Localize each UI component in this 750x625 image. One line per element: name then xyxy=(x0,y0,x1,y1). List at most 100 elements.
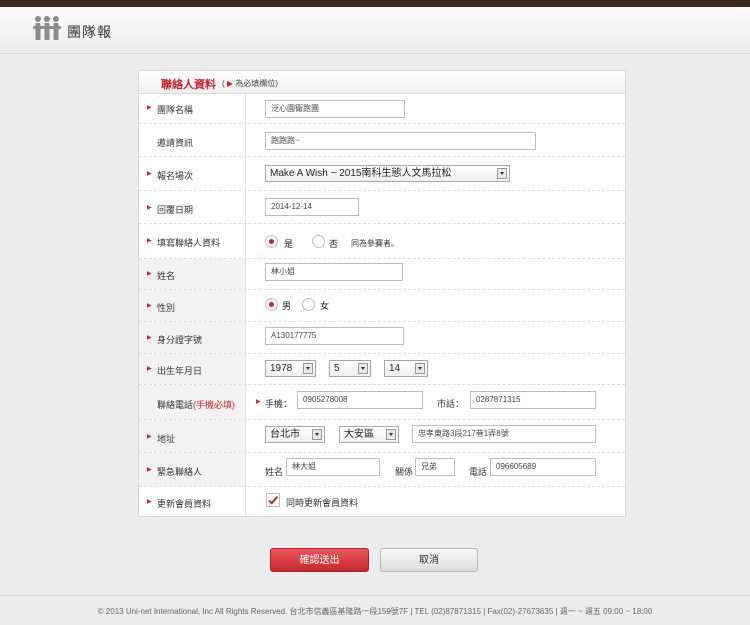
check-icon xyxy=(268,495,279,505)
gender-female-label: 女 xyxy=(320,301,330,311)
event-label: 報名場次 xyxy=(157,171,194,181)
label-cell: ▶ 更新會員資料 xyxy=(139,487,246,516)
birthday-label: 出生年月日 xyxy=(157,366,203,376)
event-select[interactable]: Make A Wish ~ 2015南科生態人文馬拉松 xyxy=(265,165,510,182)
update-member-label: 更新會員資料 xyxy=(157,499,212,509)
row-id-number: ▶ 身分證字號 A130177775 xyxy=(139,322,625,354)
row-name: ▶ 姓名 林小姐 xyxy=(139,259,625,290)
label-cell: 邀請資訊 xyxy=(139,124,246,156)
street-input[interactable]: 忠孝東路3段217巷1弄8號 xyxy=(412,425,596,443)
chevron-down-icon xyxy=(303,363,313,374)
required-arrow-icon: ▶ xyxy=(147,171,152,177)
team-name-label: 團隊名稱 xyxy=(157,105,194,115)
team-logo-icon[interactable] xyxy=(32,14,62,46)
team-name-input[interactable]: 泛心園衛跑團 xyxy=(265,100,405,118)
emergency-name-label: 姓名 xyxy=(265,467,284,477)
row-reply-date: ▶ 回覆日期 2014-12-14 xyxy=(139,191,625,224)
header-title: 團隊報 xyxy=(67,24,112,40)
gender-male-label: 男 xyxy=(282,301,292,311)
fill-contact-yes-label: 是 xyxy=(284,239,294,249)
required-arrow-icon: ▶ xyxy=(147,499,152,505)
name-label: 姓名 xyxy=(157,271,176,281)
label-cell: 聯絡電話(手機必填) xyxy=(139,385,246,419)
required-arrow-icon: ▶ xyxy=(147,205,152,211)
footer-text: © 2013 Uni-net International, Inc All Ri… xyxy=(97,607,653,616)
city-select[interactable]: 台北市 xyxy=(265,426,325,443)
row-gender: ▶ 性別 男 女 xyxy=(139,290,625,322)
row-emergency: ▶ 緊急聯絡人 姓名 林大姐 關係 兄弟 電話 096605689 xyxy=(139,453,625,487)
section-title: 聯絡人資料 xyxy=(161,79,216,91)
top-bar xyxy=(0,0,750,7)
address-label: 地址 xyxy=(157,434,176,444)
label-cell: ▶ 出生年月日 xyxy=(139,354,246,384)
fill-contact-label: 填寫聯絡人資料 xyxy=(157,238,221,248)
row-phone: 聯絡電話(手機必填) ▶ 手機： 0905278008 市話： 02878713… xyxy=(139,385,625,420)
label-cell: ▶ 姓名 xyxy=(139,259,246,289)
reply-date-label: 回覆日期 xyxy=(157,205,194,215)
cancel-button[interactable]: 取消 xyxy=(380,548,478,572)
required-arrow-icon: ▶ xyxy=(147,271,152,277)
chevron-down-icon xyxy=(312,429,322,440)
invite-info-input[interactable]: 跑跑跑~ xyxy=(265,132,536,150)
required-arrow-icon: ▶ xyxy=(147,366,152,372)
tel-label: 市話： xyxy=(437,399,465,409)
birth-month-value: 5 xyxy=(334,363,340,374)
row-address: ▶ 地址 台北市 大安區 忠孝東路3段217巷1弄8號 xyxy=(139,420,625,453)
birth-day-select[interactable]: 14 xyxy=(384,360,428,377)
required-arrow-icon: ▶ xyxy=(256,399,261,405)
update-member-checkbox[interactable] xyxy=(266,493,280,507)
required-arrow-icon: ▶ xyxy=(147,105,152,111)
update-member-check-label: 同時更新會員資料 xyxy=(286,498,359,508)
birth-year-select[interactable]: 1978 xyxy=(265,360,316,377)
event-select-value: Make A Wish ~ 2015南科生態人文馬拉松 xyxy=(270,168,452,179)
label-cell: ▶ 身分證字號 xyxy=(139,322,246,353)
reply-date-input[interactable]: 2014-12-14 xyxy=(265,198,359,216)
phone-label: 聯絡電話(手機必填) xyxy=(157,400,236,410)
fill-contact-note: 同為參賽者。 xyxy=(351,239,399,248)
emergency-name-input[interactable]: 林大姐 xyxy=(286,458,380,476)
header: 團隊報 xyxy=(0,7,750,54)
required-arrow-icon: ▶ xyxy=(226,79,234,88)
gender-male-radio[interactable] xyxy=(265,298,278,311)
fill-contact-no-label: 否 xyxy=(329,239,339,249)
id-number-label: 身分證字號 xyxy=(157,335,203,345)
row-team-name: ▶ 團隊名稱 泛心園衛跑團 xyxy=(139,94,625,124)
label-cell: ▶ 回覆日期 xyxy=(139,191,246,223)
required-arrow-icon: ▶ xyxy=(147,303,152,309)
birth-month-select[interactable]: 5 xyxy=(329,360,371,377)
chevron-down-icon xyxy=(386,429,396,440)
submit-button[interactable]: 確認送出 xyxy=(270,548,369,572)
emergency-label: 緊急聯絡人 xyxy=(157,467,203,477)
panel-header: 聯絡人資料 ( ▶ 為必填欄位) xyxy=(139,71,625,94)
gender-female-radio[interactable] xyxy=(302,298,315,311)
mobile-input[interactable]: 0905278008 xyxy=(297,391,423,409)
district-select[interactable]: 大安區 xyxy=(339,426,399,443)
district-value: 大安區 xyxy=(344,429,374,440)
name-input[interactable]: 林小姐 xyxy=(265,263,403,281)
city-value: 台北市 xyxy=(270,429,300,440)
birth-day-value: 14 xyxy=(389,363,401,374)
tel-input[interactable]: 0287871315 xyxy=(470,391,596,409)
label-cell: ▶ 報名場次 xyxy=(139,157,246,190)
row-birthday: ▶ 出生年月日 1978 5 14 xyxy=(139,354,625,385)
row-update-member: ▶ 更新會員資料 同時更新會員資料 xyxy=(139,487,625,516)
footer-divider xyxy=(0,595,750,596)
chevron-down-icon xyxy=(415,363,425,374)
row-event: ▶ 報名場次 Make A Wish ~ 2015南科生態人文馬拉松 xyxy=(139,157,625,191)
emergency-relation-label: 關係 xyxy=(395,467,414,477)
chevron-down-icon xyxy=(358,363,368,374)
gender-label: 性別 xyxy=(157,303,176,313)
mobile-label: 手機： xyxy=(265,399,293,409)
emergency-relation-input[interactable]: 兄弟 xyxy=(415,458,455,476)
fill-contact-no-radio[interactable] xyxy=(312,235,325,248)
label-cell: ▶ 性別 xyxy=(139,290,246,321)
birth-year-value: 1978 xyxy=(270,363,293,374)
required-arrow-icon: ▶ xyxy=(147,335,152,341)
label-cell: ▶ 地址 xyxy=(139,420,246,452)
id-number-input[interactable]: A130177775 xyxy=(265,327,404,345)
fill-contact-yes-radio[interactable] xyxy=(265,235,278,248)
emergency-phone-input[interactable]: 096605689 xyxy=(490,458,596,476)
row-invite-info: 邀請資訊 跑跑跑~ xyxy=(139,124,625,157)
required-arrow-icon: ▶ xyxy=(147,238,152,244)
label-cell: ▶ 填寫聯絡人資料 xyxy=(139,224,246,258)
